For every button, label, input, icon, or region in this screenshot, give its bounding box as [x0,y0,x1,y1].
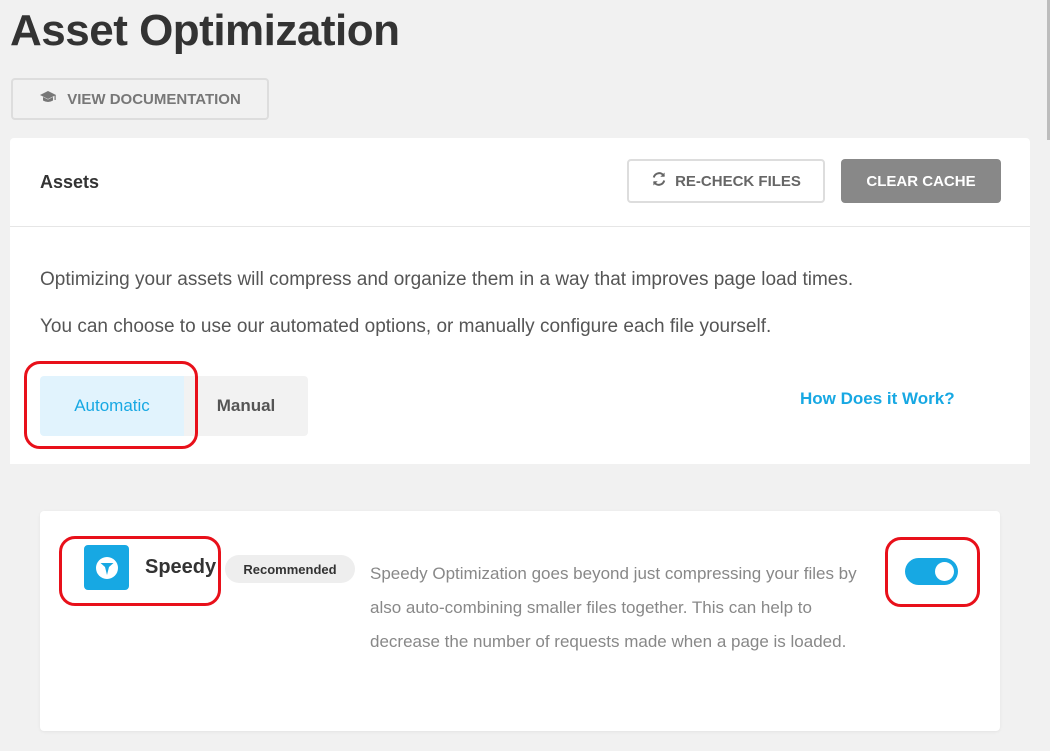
description-line-2: You can choose to use our automated opti… [40,316,772,337]
re-check-files-label: RE-CHECK FILES [675,172,801,190]
recommended-badge: Recommended [225,555,355,583]
refresh-icon [651,171,667,191]
speedy-panel: Speedy Recommended Speedy Optimization g… [40,511,1000,731]
assets-card: Assets RE-CHECK FILES CLEAR CACHE Optimi… [10,138,1030,464]
assets-card-title: Assets [40,172,100,192]
assets-card-header: Assets RE-CHECK FILES CLEAR CACHE [10,138,1030,227]
speedy-logo-icon [84,545,129,590]
re-check-files-button[interactable]: RE-CHECK FILES [627,159,825,203]
speedy-description: Speedy Optimization goes beyond just com… [370,564,857,651]
speedy-name: Speedy [145,556,217,578]
clear-cache-button[interactable]: CLEAR CACHE [841,159,1001,203]
tab-manual[interactable]: Manual [184,376,308,436]
page-title: Asset Optimization [10,6,400,55]
mode-tabs: Automatic Manual [40,376,308,436]
view-documentation-button[interactable]: VIEW DOCUMENTATION [11,78,269,120]
view-documentation-label: VIEW DOCUMENTATION [67,90,241,108]
tab-automatic[interactable]: Automatic [40,376,184,436]
graduation-cap-icon [39,90,57,108]
toggle-knob [935,562,954,581]
description-line-1: Optimizing your assets will compress and… [40,269,854,290]
how-does-it-work-link[interactable]: How Does it Work? [800,389,955,409]
speedy-toggle[interactable] [905,558,958,585]
